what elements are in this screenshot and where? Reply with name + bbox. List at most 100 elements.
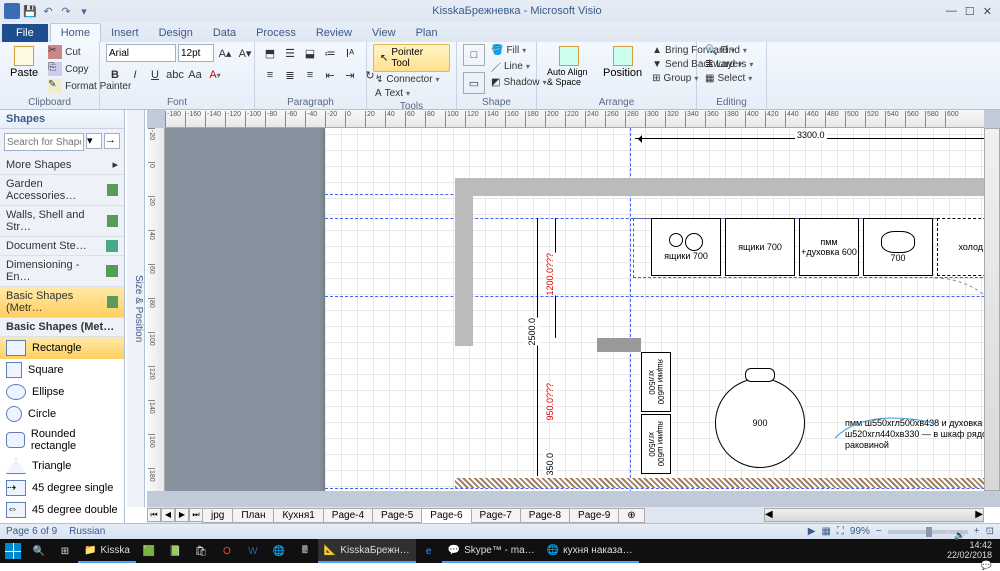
task-excel[interactable]: 📗 [162, 539, 188, 563]
box-fridge[interactable]: холод. [937, 218, 984, 276]
stencil-4[interactable]: Basic Shapes (Metr… [0, 287, 124, 318]
dim-2500-line[interactable] [537, 218, 538, 476]
page-tab-2[interactable]: Кухня1 [273, 508, 323, 523]
scrollbar-h[interactable]: ◀▶ [764, 508, 984, 522]
tab-review[interactable]: Review [306, 24, 362, 42]
box-yash-b[interactable]: ящики 700 [725, 218, 795, 276]
box-yash-v1[interactable]: ящики ш600 хгл500 [641, 352, 671, 412]
page-tab-5[interactable]: Page-6 [421, 508, 471, 523]
align-left[interactable]: ≡ [261, 66, 279, 84]
tab-nav-prev[interactable]: ◀ [161, 508, 175, 522]
box-yash-v2[interactable]: ящики ш600 хгл500 [641, 414, 671, 474]
box-sink[interactable]: 700 [863, 218, 933, 276]
bullets[interactable]: ≔ [321, 44, 339, 62]
page-tab-3[interactable]: Page-4 [323, 508, 373, 523]
auto-align-button[interactable]: Auto Align & Space [543, 44, 595, 89]
shape-rectangle[interactable]: Rectangle [0, 337, 124, 359]
shrink-font[interactable]: A▾ [236, 44, 254, 62]
size-position-pane[interactable]: Size & Position [127, 110, 145, 507]
find-button[interactable]: 🔍 Find [703, 44, 755, 57]
more-shapes[interactable]: More Shapes▸ [0, 155, 124, 175]
task-calc[interactable]: 🖩 [292, 539, 318, 563]
tab-plan[interactable]: Plan [406, 24, 448, 42]
wall-bottom[interactable] [455, 478, 984, 488]
notifications-icon[interactable]: 💬 [981, 560, 992, 570]
italic-button[interactable]: I [126, 66, 144, 84]
page-tab-0[interactable]: jpg [202, 508, 233, 523]
status-record-icon[interactable]: ▶ [808, 526, 816, 537]
tab-nav-next[interactable]: ▶ [175, 508, 189, 522]
shape-ellipse[interactable]: Ellipse [0, 381, 124, 403]
grow-font[interactable]: A▴ [216, 44, 234, 62]
tab-home[interactable]: Home [50, 23, 101, 42]
select-button[interactable]: ▦ Select [703, 72, 755, 85]
task-opera[interactable]: O [214, 539, 240, 563]
position-button[interactable]: Position [599, 44, 646, 81]
search-icon[interactable]: 🔍 [26, 539, 52, 563]
text-dir[interactable]: Ⅰᴬ [341, 44, 359, 62]
task-edge[interactable]: e [416, 539, 442, 563]
table-900[interactable]: 900 [715, 378, 805, 468]
shape-circle[interactable]: Circle [0, 403, 124, 425]
door-arc[interactable] [935, 278, 984, 358]
start-button[interactable] [0, 539, 26, 563]
bold-button[interactable]: B [106, 66, 124, 84]
drawing-page[interactable]: 3300.0 ящики 700 ящики 700 пмм +духовка … [325, 128, 984, 491]
task-skype[interactable]: 💬 Skype™ - ma… [442, 539, 541, 563]
tab-design[interactable]: Design [149, 24, 203, 42]
connector-button[interactable]: ↯ Connector [373, 73, 442, 86]
underline-button[interactable]: U [146, 66, 164, 84]
search-go-icon[interactable]: → [104, 133, 120, 149]
minimize-button[interactable]: — [946, 5, 957, 18]
wall-top[interactable] [455, 178, 984, 196]
font-size-select[interactable] [178, 44, 214, 62]
align-center[interactable]: ≣ [281, 66, 299, 84]
taskbar-clock[interactable]: ▲ ⚲ 🔊 РУС 14:4222/02/2018 💬 [926, 531, 1000, 571]
add-page[interactable]: ⊕ [618, 508, 644, 523]
taskview-icon[interactable]: ⊞ [52, 539, 78, 563]
align-top[interactable]: ⬒ [261, 44, 279, 62]
maximize-button[interactable]: ☐ [965, 5, 975, 18]
shape-triangle[interactable]: Triangle [0, 455, 124, 477]
quick-style[interactable]: □ [463, 44, 485, 66]
tab-nav-first[interactable]: ⏮ [147, 508, 161, 522]
box-yash-a[interactable]: ящики 700 [651, 218, 721, 276]
view-normal-icon[interactable]: ▦ [821, 526, 830, 537]
qat-save[interactable]: 💾 [22, 3, 38, 19]
chair-top[interactable] [745, 368, 775, 382]
task-word[interactable]: W [240, 539, 266, 563]
task-chrome[interactable]: 🌐 [266, 539, 292, 563]
indent-dec[interactable]: ⇤ [321, 66, 339, 84]
page-tab-7[interactable]: Page-8 [520, 508, 570, 523]
stencil-1[interactable]: Walls, Shell and Str… [0, 206, 124, 237]
layers-button[interactable]: ≣ Layers [703, 58, 755, 71]
shape-45double[interactable]: ⇔45 degree double [0, 499, 124, 521]
file-tab[interactable]: File [2, 24, 48, 42]
stencil-2[interactable]: Document Ste… [0, 237, 124, 256]
quick-style2[interactable]: ▭ [463, 72, 485, 94]
shape-square[interactable]: Square [0, 359, 124, 381]
indent-inc[interactable]: ⇥ [341, 66, 359, 84]
text-tool-button[interactable]: A Text [373, 87, 412, 100]
align-mid[interactable]: ☰ [281, 44, 299, 62]
scrollbar-v[interactable] [984, 128, 1000, 491]
strike-button[interactable]: abc [166, 66, 184, 84]
shape-rrect[interactable]: Rounded rectangle [0, 425, 124, 455]
qat-redo[interactable]: ↷ [58, 3, 74, 19]
tab-insert[interactable]: Insert [101, 24, 149, 42]
task-store[interactable]: 🛍 [188, 539, 214, 563]
page-tab-4[interactable]: Page-5 [372, 508, 422, 523]
wall-stub[interactable] [597, 338, 641, 352]
font-name-select[interactable] [106, 44, 176, 62]
task-explorer[interactable]: 📁 Kisska [78, 539, 136, 563]
paste-button[interactable]: Paste [6, 44, 42, 81]
box-pmm[interactable]: пмм +духовка 600 [799, 218, 859, 276]
tab-view[interactable]: View [362, 24, 406, 42]
font-color-button[interactable]: A [206, 66, 224, 84]
task-visio[interactable]: 📐 KisskaБрежн… [318, 539, 416, 563]
page-tab-1[interactable]: План [232, 508, 274, 523]
task-ie[interactable]: 🌐 кухня наказа… [541, 539, 639, 563]
view-full-icon[interactable]: ⛶ [837, 526, 844, 537]
task-app1[interactable]: 🟩 [136, 539, 162, 563]
stencil-3[interactable]: Dimensioning - En… [0, 256, 124, 287]
